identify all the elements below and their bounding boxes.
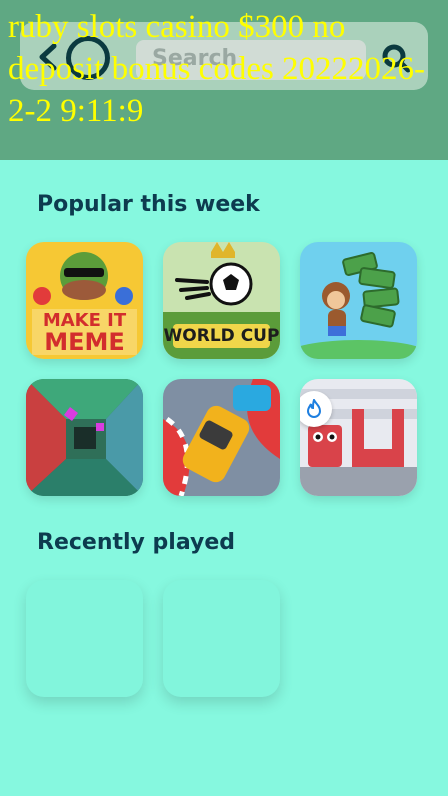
game-label-line2: MEME [44, 328, 125, 356]
game-label: WORLD CUP [163, 326, 280, 346]
game-tile-block-escape[interactable] [300, 379, 417, 496]
recent-slot-2[interactable] [163, 580, 280, 697]
tunnel-rush-thumbnail [26, 379, 143, 496]
game-tile-monkey-mart[interactable] [300, 242, 417, 359]
hot-icon [306, 399, 322, 418]
game-tile-tunnel-rush[interactable] [26, 379, 143, 496]
overlay-title: ruby slots casino $300 no deposit bonus … [8, 9, 426, 129]
popular-section-title: Popular this week [37, 192, 260, 217]
recent-section-title: Recently played [37, 530, 236, 555]
header-bar: Search ruby slots casino $300 no deposit… [0, 0, 448, 160]
recent-slot-1[interactable] [26, 580, 143, 697]
game-tile-make-it-meme[interactable]: MAKE IT MEME [26, 242, 143, 359]
game-tile-drift-racing[interactable] [163, 379, 280, 496]
game-tile-world-cup[interactable]: WORLD CUP [163, 242, 280, 359]
monkey-mart-thumbnail [300, 242, 417, 359]
drift-racing-thumbnail [163, 379, 280, 496]
